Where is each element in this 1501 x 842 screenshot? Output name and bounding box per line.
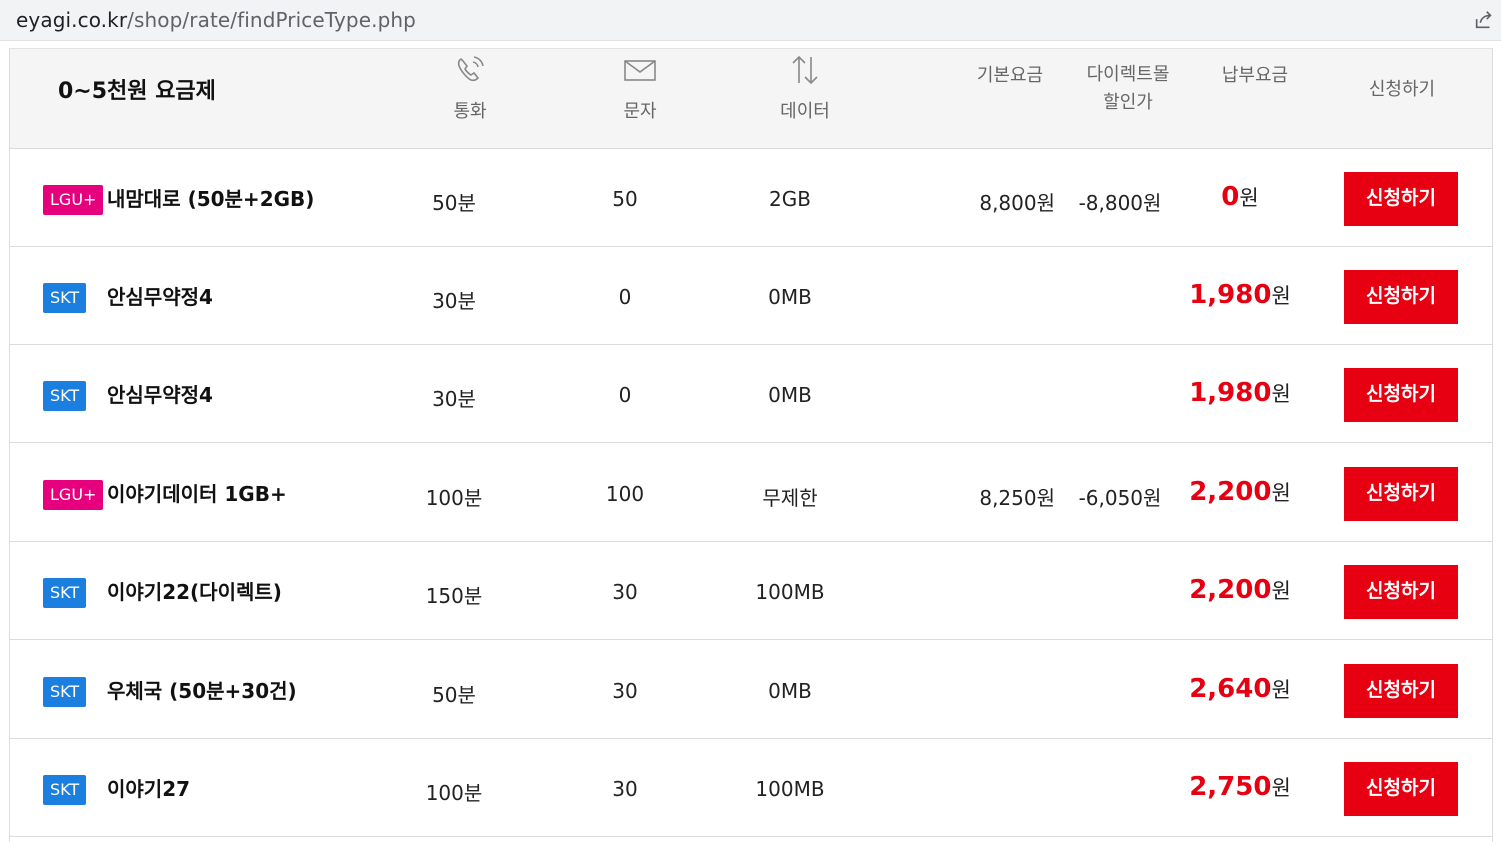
plan-name[interactable]: 내맘대로 (50분+2GB) bbox=[107, 183, 314, 212]
apply-button[interactable]: 신청하기 bbox=[1344, 172, 1458, 226]
header-base-fee: 기본요금 bbox=[976, 65, 1044, 86]
data-amount: 0MB bbox=[768, 285, 812, 309]
pay-amount-number: 1,980 bbox=[1189, 280, 1272, 310]
pay-amount-unit: 원 bbox=[1271, 776, 1291, 800]
carrier-badge: SKT bbox=[43, 578, 87, 608]
carrier-badge: LGU+ bbox=[43, 480, 104, 510]
pay-amount: 0원 bbox=[1150, 182, 1330, 212]
data-amount: 2GB bbox=[769, 187, 811, 211]
pay-amount-unit: 원 bbox=[1239, 186, 1259, 210]
page-title: 0~5천원 요금제 bbox=[58, 79, 216, 104]
carrier-badge: SKT bbox=[43, 775, 87, 805]
call-minutes: 100분 bbox=[425, 781, 483, 805]
header-data-label: 데이터 bbox=[780, 101, 830, 122]
pay-amount-number: 0 bbox=[1221, 182, 1240, 212]
apply-button[interactable]: 신청하기 bbox=[1344, 270, 1458, 324]
header-apply: 신청하기 bbox=[1368, 79, 1436, 100]
sms-count: 0 bbox=[618, 285, 632, 309]
plan-name[interactable]: 이야기22(다이렉트) bbox=[107, 576, 282, 605]
table-row: SKT 이야기22(다이렉트) 150분 30 100MB 2,200원 신청하기 bbox=[10, 542, 1492, 640]
call-minutes: 50분 bbox=[432, 191, 476, 215]
plan-name[interactable]: 이야기데이터 1GB+ bbox=[107, 478, 287, 507]
header-discount-line2: 할인가 bbox=[1103, 92, 1153, 113]
sms-count: 100 bbox=[605, 482, 645, 506]
pay-amount-unit: 원 bbox=[1271, 579, 1291, 603]
call-minutes: 50분 bbox=[432, 683, 476, 707]
carrier-badge: SKT bbox=[43, 381, 87, 411]
sms-count: 30 bbox=[612, 777, 638, 801]
data-amount: 0MB bbox=[768, 679, 812, 703]
header-discount: 다이렉트몰 할인가 bbox=[1068, 61, 1188, 117]
url-domain: eyagi.co.kr bbox=[16, 8, 128, 32]
sms-count: 30 bbox=[612, 679, 638, 703]
carrier-badge: SKT bbox=[43, 677, 87, 707]
envelope-icon bbox=[624, 60, 656, 81]
table-row: SKT 안심무약정4 30분 0 0MB 1,980원 신청하기 bbox=[10, 247, 1492, 345]
data-amount: 100MB bbox=[755, 580, 825, 604]
pay-amount-number: 2,640 bbox=[1189, 674, 1272, 704]
call-minutes: 100분 bbox=[425, 486, 483, 510]
base-fee: 8,800원 bbox=[979, 191, 1055, 215]
transfer-arrows-icon bbox=[792, 55, 818, 85]
table-row: SKT 우체국 (50분+30건) 50분 30 0MB 2,640원 신청하기 bbox=[10, 641, 1492, 739]
pay-amount: 2,640원 bbox=[1150, 674, 1330, 704]
call-minutes: 150분 bbox=[425, 584, 483, 608]
pay-amount-unit: 원 bbox=[1271, 284, 1291, 308]
pay-amount-number: 2,200 bbox=[1189, 575, 1272, 605]
header-data: 데이터 bbox=[765, 53, 845, 123]
carrier-badge: SKT bbox=[43, 283, 87, 313]
share-icon[interactable] bbox=[1473, 9, 1495, 31]
plan-table: 0~5천원 요금제 통화 문자 데이터 기본요금 다이렉트몰 할인가 납부요금 … bbox=[9, 48, 1493, 842]
url-text[interactable]: eyagi.co.kr/shop/rate/findPriceType.php bbox=[16, 8, 416, 32]
table-row: SKT 안심무약정4 30분 0 0MB 1,980원 신청하기 bbox=[10, 345, 1492, 443]
pay-amount: 1,980원 bbox=[1150, 378, 1330, 408]
carrier-badge: LGU+ bbox=[43, 185, 104, 215]
plan-name[interactable]: 안심무약정4 bbox=[107, 281, 213, 310]
pay-amount-number: 1,980 bbox=[1189, 378, 1272, 408]
sms-count: 30 bbox=[612, 580, 638, 604]
browser-address-bar[interactable]: eyagi.co.kr/shop/rate/findPriceType.php bbox=[0, 0, 1501, 41]
apply-button[interactable]: 신청하기 bbox=[1344, 565, 1458, 619]
table-row: LGU+ 이야기데이터 1GB+ 100분 100 무제한 8,250원 -6,050원 2,… bbox=[10, 444, 1492, 542]
data-amount: 0MB bbox=[768, 383, 812, 407]
call-minutes: 30분 bbox=[432, 387, 476, 411]
data-amount: 무제한 bbox=[762, 486, 818, 510]
apply-button[interactable]: 신청하기 bbox=[1344, 664, 1458, 718]
pay-amount: 1,980원 bbox=[1150, 280, 1330, 310]
pay-amount: 2,200원 bbox=[1150, 575, 1330, 605]
pay-amount-unit: 원 bbox=[1271, 678, 1291, 702]
table-row: LGU+ 내맘대로 (50분+2GB) 50분 50 2GB 8,800원 -8,800원 0… bbox=[10, 149, 1492, 247]
header-discount-line1: 다이렉트몰 bbox=[1086, 64, 1170, 85]
apply-button[interactable]: 신청하기 bbox=[1344, 368, 1458, 422]
sms-count: 0 bbox=[618, 383, 632, 407]
call-minutes: 30분 bbox=[432, 289, 476, 313]
apply-button[interactable]: 신청하기 bbox=[1344, 467, 1458, 521]
pay-amount-number: 2,200 bbox=[1189, 477, 1272, 507]
url-path: /shop/rate/findPriceType.php bbox=[127, 8, 416, 32]
header-call-label: 통화 bbox=[453, 101, 487, 122]
pay-amount-unit: 원 bbox=[1271, 481, 1291, 505]
table-header: 0~5천원 요금제 통화 문자 데이터 기본요금 다이렉트몰 할인가 납부요금 … bbox=[10, 48, 1492, 149]
pay-amount: 2,750원 bbox=[1150, 772, 1330, 802]
table-row: SKT 이야기27 100분 30 100MB 2,750원 신청하기 bbox=[10, 739, 1492, 837]
data-amount: 100MB bbox=[755, 777, 825, 801]
pay-amount-number: 2,750 bbox=[1189, 772, 1272, 802]
pay-amount: 2,200원 bbox=[1150, 477, 1330, 507]
pay-amount-unit: 원 bbox=[1271, 382, 1291, 406]
sms-count: 50 bbox=[612, 187, 638, 211]
apply-button[interactable]: 신청하기 bbox=[1344, 762, 1458, 816]
header-sms-label: 문자 bbox=[623, 101, 657, 122]
plan-name[interactable]: 이야기27 bbox=[107, 773, 190, 802]
plan-name[interactable]: 안심무약정4 bbox=[107, 379, 213, 408]
header-pay: 납부요금 bbox=[1221, 65, 1289, 86]
header-call: 통화 bbox=[430, 53, 510, 123]
plan-name[interactable]: 우체국 (50분+30건) bbox=[107, 675, 297, 704]
base-fee: 8,250원 bbox=[979, 486, 1055, 510]
phone-icon bbox=[457, 56, 484, 82]
header-sms: 문자 bbox=[600, 53, 680, 123]
